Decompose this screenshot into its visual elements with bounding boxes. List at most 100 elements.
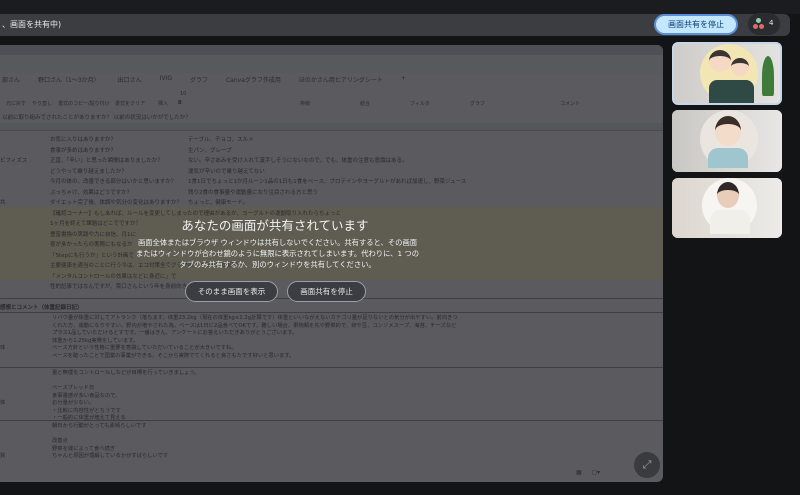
table-cell[interactable]: 共 [0,198,6,206]
sheet-view-icon[interactable]: ▦ [576,469,582,477]
comment-block: 質 朝日から行動がとっても素晴らしいです 改善点 野菜を運によって食べ続ぎ ちゃんと原因… [0,420,663,470]
table-row: 今月の体の、改善できる部分はいかと思いますか？ 1食1日でちょっと1か月ルーン1品… [0,175,663,186]
paint-format-button[interactable]: 書式のコピー/貼り付け [58,100,110,107]
table-row: ビフィズス 正直、「辛い」と思った瞬間はありましたか？ ない。辛さあみを受け入れて漢… [0,154,663,165]
comment-line: ベース方針という性格に重要を意識していただいていることが大きいですね。 [52,345,237,351]
participant-tile[interactable] [672,110,782,172]
browser-titlebar [0,45,663,55]
comment-line: お分量が少ない。 [52,400,95,406]
table-row: ぶっちゃけ、効果はどうですか？ 残り2食の食事量や運動量になり注目される方と思う [0,186,663,197]
comment-line: くれた方、運動になりやすい。野内が増やされた為。ベースは1日に2品食べてOKです… [52,322,457,329]
block-label: 体 [0,345,6,351]
participants-icon [753,18,765,30]
top-strip [0,0,800,14]
participant-tile[interactable] [672,178,782,238]
merge-button[interactable]: 結合 [360,100,370,107]
table-cell[interactable]: 運気が辛いので乗り越えてない [188,167,265,175]
table-cell[interactable]: 豊富書換の実践や力に自信、月1に [50,230,136,238]
avatar-body [709,80,754,103]
formula-bar[interactable]: 以前に取り組みでされたことがありますか？ 以前の状況はいかがでしたか？ [0,113,191,123]
avatar-body [710,210,750,234]
borders-button[interactable]: 枠線 [300,100,310,107]
show-screen-anyway-button[interactable]: そのまま画面を表示 [185,281,278,302]
redo-button[interactable]: やり直し [32,100,52,107]
table-cell[interactable]: ちょっと、健康モード。 [188,198,248,206]
table-cell[interactable]: 「メンタルコントロールの効果はなどに身近に」で [50,272,176,280]
sheet-tab[interactable]: グラフ [190,75,208,87]
table-cell[interactable]: 性的記事ではなんですが、菜口さんという年を身前向きに [50,282,193,290]
comment-line [52,378,200,386]
table-cell[interactable]: 「Stepにも行うか」という計画で [50,251,134,259]
chart-button[interactable]: グラフ [470,100,485,107]
doc-header [0,55,663,73]
undo-button[interactable]: 元に戻す [6,100,26,107]
comment-line: ペースを踏ったことで国業の事業ができる。そこから実際でてくれると良さもたです好い… [52,352,295,359]
sheet-toolbar: 元に戻す やり直し 書式のコピー/貼り付け 書式をクリア 挿入 10 B 枠線 … [0,89,663,113]
overlay-title: あなたの画面が共有されています [181,218,369,233]
comment-line: ・比較に内容性がとちうです [52,407,121,414]
overlay-stop-sharing-button[interactable]: 画面共有を停止 [287,281,366,302]
avatar-body [708,148,748,168]
sheet-tab[interactable]: IVIG [160,75,172,87]
table-cell[interactable]: 正直、「辛い」と思った瞬間はありましたか？ [50,156,163,164]
table-row: 共 ダイエット完了後、体調や気分の変化はありますか？ ちょっと、健康モード。 [0,196,663,207]
table-cell[interactable]: 夜が多かったらの実際にもなるか [50,240,133,248]
comment-line: プラス1品していただけるとすです。一番はきん、アンケートにお答えいただきありがと… [52,330,298,336]
comment-line: 朝日から行動がとっても素晴らしいです [52,423,147,429]
avatar-face [717,182,739,208]
sheet-tab[interactable]: ほのかさん用ヒアリングシート [299,75,383,87]
comment-line: ちゃんと原因が理解しているかがすばらしいです [52,453,169,459]
participants-button[interactable]: 4 [748,13,780,35]
table-cell[interactable]: ない。辛さあみを受け入れて漢字しそうにないなので。でも、体重の注意も意識はある。 [188,156,407,164]
expand-icon[interactable]: ⤢ [634,452,660,478]
block-label: 体 [0,400,6,406]
sheet-tab[interactable]: Canvaグラフ作成用 [226,75,281,87]
comment-line: 食事量感が多い食品なので、 [52,392,121,399]
table-cell[interactable]: ダイエット完了後、体調や気分の変化はありますか？ [50,198,182,206]
table-cell[interactable]: 残り2食の食事量や運動量になり注目される方と思う [188,188,318,196]
comment-line: 改善点 [52,438,68,444]
bold-button[interactable]: B [178,100,182,106]
table-row: どうやって乗り越えましたか？ 運気が辛いので乗り越えてない [0,165,663,176]
sheet-tab[interactable]: 部さん [2,75,20,87]
sharing-banner-text: 、画面を共有中) [2,20,62,29]
table-cell[interactable]: 生パン、グレープ [188,146,232,154]
table-cell[interactable]: テーブル、チョコ、スルメ [188,135,254,143]
clear-format-button[interactable]: 書式をクリア [115,100,145,107]
sheet-tabs: 部さん 野口さん（1〜3か月） 出口さん IVIG グラフ Canvaグラフ作成… [0,75,406,87]
table-cell[interactable]: ビフィズス [0,156,27,164]
sheet-tab[interactable]: 出口さん [118,75,142,87]
table-cell[interactable]: 食事が多めはありますか？ [50,146,116,154]
comment-block: 体 量と無理をコントロールしなどが目標を行っていきましょう。 ベースブレッド日 食事量… [0,367,663,421]
insert-button[interactable]: 挿入 [158,100,168,107]
comment-button[interactable]: コメント [560,100,580,107]
sheet-explore-icon[interactable]: ◻▾ [592,469,600,477]
comment-line: ベースブレッド日 [52,385,95,391]
table-cell[interactable]: ぶっちゃけ、効果はどうですか？ [50,188,132,196]
comment-line: リバウ量が体重に対してアトランク（落ちます。体重23.2kg（現在の体重kg×1… [52,315,458,321]
sheet-tab[interactable]: 野口さん（1〜3か月） [38,75,100,87]
stop-sharing-button[interactable]: 画面共有を停止 [654,14,738,35]
table-cell[interactable]: どうやって乗り越えましたか？ [50,167,127,175]
avatar-face [731,58,749,76]
font-size[interactable]: 10 [180,91,186,97]
block-label: 質 [0,453,6,459]
add-sheet-button[interactable]: + [401,75,406,87]
comment-line: 野菜を運によって食べ続ぎ [52,445,116,452]
column-headers [0,123,663,131]
table-cell[interactable]: 1ヶ月を終えて課題はどこでですか？ [50,219,141,227]
filter-button[interactable]: フィルタ [410,100,430,107]
table-row: 食事が多めはありますか？ 生パン、グレープ [0,144,663,155]
overlay-message: 画面全体またはブラウザ ウィンドウは共有しないでください。共有すると、その画面ま… [135,238,420,269]
avatar-face [709,50,731,72]
table-cell[interactable]: 1食1日でちょっと1か月ルーン1品の1日も1食をベース、プロテインやヨーグルトが… [188,177,466,185]
plant [762,56,774,96]
table-cell[interactable]: 今月の体の、改善できる部分はいかと思いますか？ [50,177,176,185]
participant-tile[interactable] [672,42,782,105]
table-row: お気に入りはありますか？ テーブル、チョコ、スルメ [0,133,663,144]
table-row: 「メンタルコントロールの効果はなどに身近に」で [0,269,663,280]
table-cell[interactable]: お気に入りはありますか？ [50,135,116,143]
comment-line [52,431,168,439]
avatar-face [715,116,741,146]
comment-block: 体 リバウ量が体重に対してアトランク（落ちます。体重23.2kg（現在の体重kg×… [0,312,663,367]
